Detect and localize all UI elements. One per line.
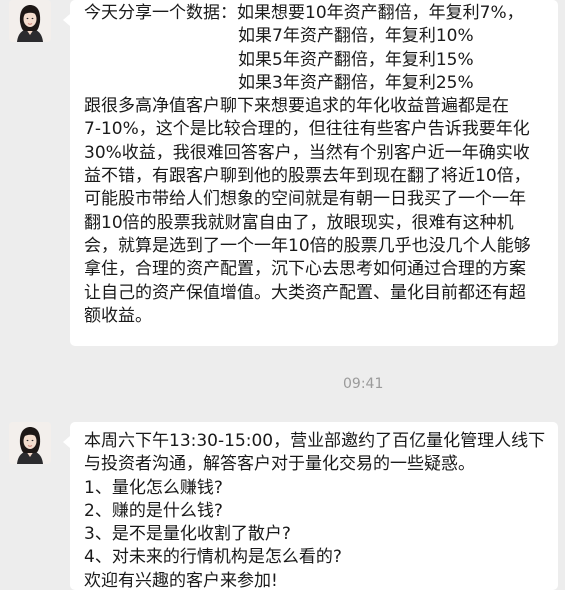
message-line: 今天分享一个数据：如果想要10年资产翻倍，年复利7%，	[84, 3, 524, 23]
message-line: 如果7年资产翻倍，年复利10%	[238, 26, 474, 47]
message-line: 3、是不是量化收割了散户?	[84, 524, 291, 545]
message-line: 1、量化怎么赚钱?	[84, 477, 223, 498]
sender-avatar[interactable]	[9, 422, 51, 464]
message-line: 如果3年资产翻倍，年复利25%	[238, 72, 474, 93]
message-line: 如果5年资产翻倍，年复利15%	[238, 49, 474, 70]
message-line: 与投资者沟通，解答客户对于量化交易的一些疑惑。	[84, 454, 475, 475]
message-line: 益不错，有跟客户聊到他的股票去年到现在翻了将近10倍，	[84, 166, 531, 187]
message-line: 30%收益，我很难回答客户，当然有个别客户近一年确实收	[84, 142, 530, 163]
bubble-tail	[63, 14, 70, 26]
message-line: 2、赚的是什么钱?	[84, 500, 223, 521]
message-line: 4、对未来的行情机构是怎么看的?	[84, 547, 342, 568]
message-line: 可能股市带给人们想象的空间就是有朝一日我买了一个一年	[84, 189, 526, 210]
message-line: 会，就算是选到了一个一年10倍的股票几乎也没几个人能够	[84, 235, 531, 256]
message-line: 额收益。	[84, 305, 152, 326]
person-avatar-icon	[9, 422, 51, 464]
message-line: 跟很多高净值客户聊下来想要追求的年化收益普遍都是在	[84, 96, 509, 117]
message-line: 拿住，合理的资产配置，沉下心去思考如何通过合理的方案	[84, 259, 526, 280]
message-timestamp: 09:41	[343, 376, 384, 392]
message-line: 翻10倍的股票我就财富自由了，放眼现实，很难有这种机	[84, 212, 514, 233]
message-line: 让自己的资产保值增值。大类资产配置、量化目前都还有超	[84, 282, 526, 303]
message-bubble[interactable]: 今天分享一个数据：如果想要10年资产翻倍，年复利7%， 如果7年资产翻倍，年复利…	[70, 0, 558, 346]
person-avatar-icon	[9, 0, 51, 42]
message-bubble[interactable]: 本周六下午13:30-15:00，营业部邀约了百亿量化管理人线下 与投资者沟通，…	[70, 422, 558, 590]
message-line: 欢迎有兴趣的客户来参加!	[84, 570, 278, 590]
sender-avatar[interactable]	[9, 0, 51, 42]
message-line: 7-10%，这个是比较合理的，但往往有些客户告诉我要年化	[84, 119, 530, 140]
bubble-tail	[63, 436, 70, 448]
message-line: 本周六下午13:30-15:00，营业部邀约了百亿量化管理人线下	[84, 431, 546, 451]
